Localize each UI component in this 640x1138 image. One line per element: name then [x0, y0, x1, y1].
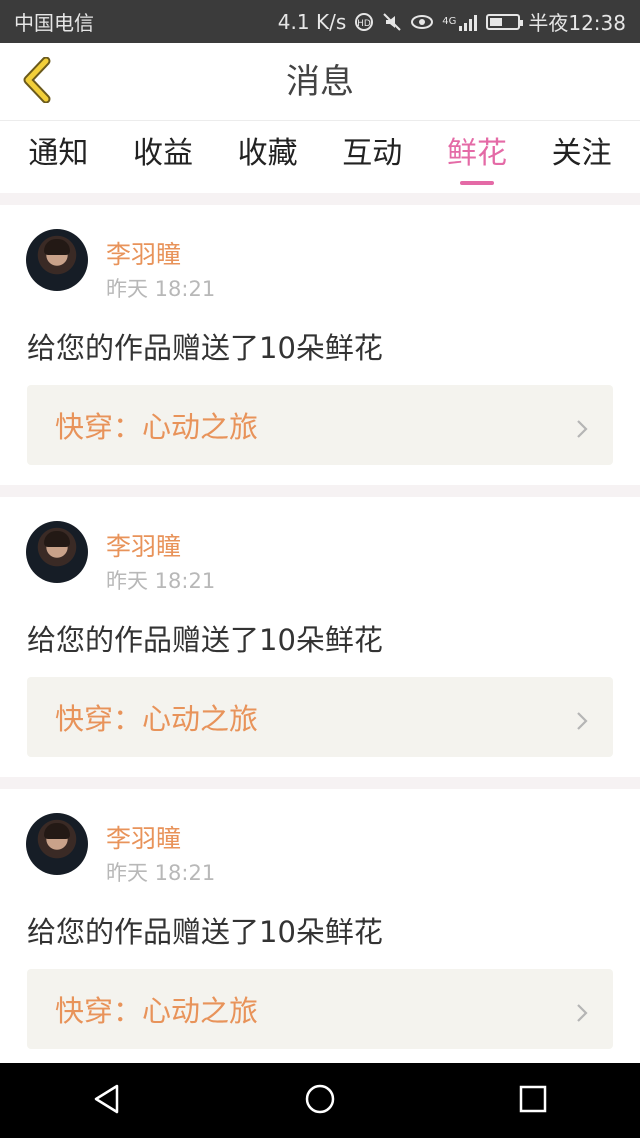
list-item: 李羽瞳 昨天 18:21 给您的作品赠送了10朵鲜花 快穿：心动之旅 — [0, 497, 640, 777]
clock: 半夜12:38 — [528, 11, 626, 35]
svg-text:HD: HD — [357, 19, 371, 29]
recents-square-icon — [519, 1085, 547, 1117]
chevron-left-icon — [22, 56, 52, 107]
avatar[interactable] — [26, 229, 88, 291]
tab-notifications[interactable]: 通知 — [8, 121, 108, 193]
message-text: 给您的作品赠送了10朵鲜花 — [27, 915, 383, 949]
tab-interactions[interactable]: 互动 — [322, 121, 422, 193]
avatar[interactable] — [26, 813, 88, 875]
status-bar: 中国电信 4.1 K/s HD 4G 半夜12:38 — [0, 0, 640, 43]
user-name[interactable]: 李羽瞳 — [106, 235, 181, 271]
status-icons: 4.1 K/s HD 4G 半夜12:38 — [278, 7, 626, 36]
chevron-right-icon — [575, 997, 589, 1031]
list-item: 李羽瞳 昨天 18:21 给您的作品赠送了10朵鲜花 快穿：心动之旅 — [0, 205, 640, 485]
book-title: 快穿：心动之旅 — [55, 410, 259, 444]
battery-icon — [486, 13, 524, 30]
tab-following[interactable]: 关注 — [532, 121, 632, 193]
home-circle-icon — [304, 1083, 336, 1119]
page-title: 消息 — [286, 62, 354, 102]
book-link[interactable]: 快穿：心动之旅 — [27, 969, 613, 1049]
avatar[interactable] — [26, 521, 88, 583]
system-nav-bar — [0, 1063, 640, 1138]
book-link[interactable]: 快穿：心动之旅 — [27, 677, 613, 757]
tab-earnings[interactable]: 收益 — [113, 121, 213, 193]
message-text: 给您的作品赠送了10朵鲜花 — [27, 331, 383, 365]
book-title: 快穿：心动之旅 — [55, 702, 259, 736]
app-header: 消息 — [0, 43, 640, 121]
eye-icon — [410, 13, 434, 31]
user-name[interactable]: 李羽瞳 — [106, 527, 181, 563]
hd-icon: HD — [354, 12, 374, 32]
timestamp: 昨天 18:21 — [106, 569, 216, 593]
tab-flowers[interactable]: 鲜花 — [427, 121, 527, 193]
book-link[interactable]: 快穿：心动之旅 — [27, 385, 613, 465]
battery-level — [490, 17, 503, 26]
chevron-right-icon — [575, 413, 589, 447]
chevron-right-icon — [575, 705, 589, 739]
tab-bar: 通知 收益 收藏 互动 鲜花 关注 — [0, 121, 640, 193]
list-item: 李羽瞳 昨天 18:21 给您的作品赠送了10朵鲜花 快穿：心动之旅 — [0, 789, 640, 1063]
nav-back-button[interactable] — [77, 1071, 137, 1131]
back-triangle-icon — [92, 1083, 122, 1119]
message-text: 给您的作品赠送了10朵鲜花 — [27, 623, 383, 657]
user-name[interactable]: 李羽瞳 — [106, 819, 181, 855]
tab-favorites[interactable]: 收藏 — [218, 121, 318, 193]
carrier-label: 中国电信 — [14, 11, 94, 35]
signal-icon: 4G — [442, 13, 478, 31]
network-type: 4G — [442, 16, 457, 27]
message-feed: 李羽瞳 昨天 18:21 给您的作品赠送了10朵鲜花 快穿：心动之旅 李羽瞳 昨… — [0, 193, 640, 1063]
nav-recents-button[interactable] — [503, 1071, 563, 1131]
mute-icon — [382, 12, 402, 32]
network-speed: 4.1 K/s — [277, 9, 347, 34]
book-title: 快穿：心动之旅 — [55, 994, 259, 1028]
nav-home-button[interactable] — [290, 1071, 350, 1131]
back-button[interactable] — [12, 55, 62, 109]
timestamp: 昨天 18:21 — [106, 277, 216, 301]
timestamp: 昨天 18:21 — [106, 861, 216, 885]
